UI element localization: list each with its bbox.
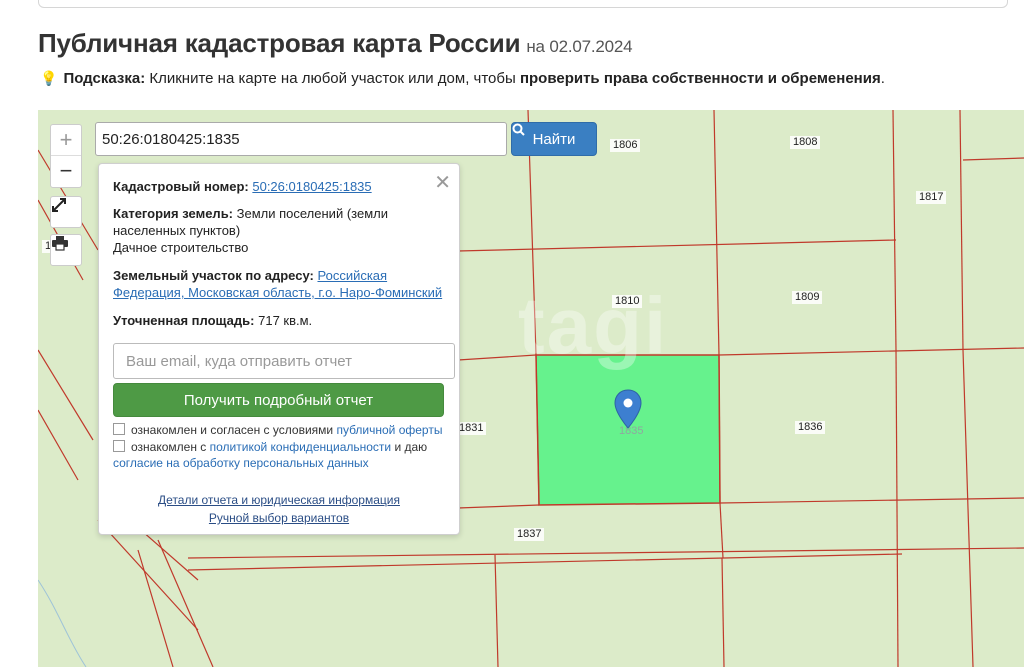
report-details-link[interactable]: Детали отчета и юридическая информация xyxy=(158,493,400,507)
zoom-in-button[interactable]: + xyxy=(51,125,81,156)
area-value: 717 кв.м. xyxy=(258,313,313,328)
top-panel-edge xyxy=(38,0,1008,8)
printer-icon xyxy=(52,236,68,251)
parcel-label-1806[interactable]: 1806 xyxy=(610,139,641,152)
search-icon xyxy=(512,123,525,136)
location-pin-icon[interactable] xyxy=(613,388,643,432)
land-use-value: Дачное строительство xyxy=(113,240,249,255)
hint-end: . xyxy=(880,70,885,87)
consent-privacy-text: ознакомлен с xyxy=(131,440,207,454)
lightbulb-icon: 💡 xyxy=(40,70,58,86)
parcel-label-1809[interactable]: 1809 xyxy=(792,291,823,304)
search-button[interactable]: Найти xyxy=(511,122,597,156)
parcel-label-1808[interactable]: 1808 xyxy=(790,136,821,149)
page-date: на 02.07.2024 xyxy=(526,37,633,56)
parcel-label-1837[interactable]: 1837 xyxy=(514,528,545,541)
consent-privacy-checkbox[interactable] xyxy=(113,440,125,452)
consent-privacy-row: ознакомлен с политикой конфиденциальност… xyxy=(113,439,443,471)
expand-icon xyxy=(52,198,66,212)
details-link-row: Детали отчета и юридическая информация xyxy=(99,493,459,507)
hint-emphasis: проверить права собственности и обремене… xyxy=(519,70,881,87)
consent-privacy-mid: и даю xyxy=(394,440,428,454)
zoom-out-button[interactable]: − xyxy=(51,156,81,186)
address-label: Земельный участок по адресу: xyxy=(113,268,314,283)
parcel-label-1831[interactable]: 1831 xyxy=(456,422,487,435)
hint-label: Подсказка: xyxy=(63,70,146,87)
fullscreen-button[interactable] xyxy=(50,196,82,228)
manual-link-row: Ручной выбор вариантов xyxy=(99,511,459,525)
search-button-label: Найти xyxy=(532,130,576,148)
hint-text: Кликните на карте на любой участок или д… xyxy=(149,70,516,87)
cadastral-number-label: Кадастровый номер: xyxy=(113,179,249,194)
parcel-label-1810[interactable]: 1810 xyxy=(612,295,643,308)
zoom-control: + − xyxy=(50,124,82,188)
parcel-label-1817[interactable]: 1817 xyxy=(916,191,947,204)
get-report-button[interactable]: Получить подробный отчет xyxy=(113,383,444,417)
area-row: Уточненная площадь: 717 кв.м. xyxy=(113,312,445,329)
personal-data-consent-link[interactable]: согласие на обработку персональных данны… xyxy=(113,456,369,470)
page-title-text: Публичная кадастровая карта России xyxy=(38,28,521,58)
cadastral-number-link[interactable]: 50:26:0180425:1835 xyxy=(252,179,371,194)
parcel-label-1836[interactable]: 1836 xyxy=(795,421,826,434)
land-category-label: Категория земель: xyxy=(113,206,234,221)
public-offer-link[interactable]: публичной оферты xyxy=(336,423,442,437)
consent-offer-checkbox[interactable] xyxy=(113,423,125,435)
watermark: tagi xyxy=(518,281,669,370)
search-input[interactable] xyxy=(95,122,507,156)
parcel-info-popup: ✕ Кадастровый номер: 50:26:0180425:1835 … xyxy=(98,163,460,535)
land-category-row: Категория земель: Земли поселений (земли… xyxy=(113,205,445,256)
cadastral-map[interactable]: tagi 1806 1808 1817 1810 1809 1831 1835 … xyxy=(38,110,1024,667)
hint: 💡 Подсказка: Кликните на карте на любой у… xyxy=(40,70,885,87)
page-title: Публичная кадастровая карта России на 02.… xyxy=(38,28,633,59)
area-label: Уточненная площадь: xyxy=(113,313,255,328)
email-field[interactable] xyxy=(113,343,455,379)
address-row: Земельный участок по адресу: Российская … xyxy=(113,267,445,301)
print-button[interactable] xyxy=(50,234,82,266)
consent-offer-text: ознакомлен и согласен с условиями xyxy=(131,423,334,437)
cadastral-number-row: Кадастровый номер: 50:26:0180425:1835 xyxy=(113,178,445,195)
manual-selection-link[interactable]: Ручной выбор вариантов xyxy=(209,511,349,525)
consent-offer-row: ознакомлен и согласен с условиями публич… xyxy=(113,422,442,438)
privacy-policy-link[interactable]: политикой конфиденциальности xyxy=(210,440,391,454)
